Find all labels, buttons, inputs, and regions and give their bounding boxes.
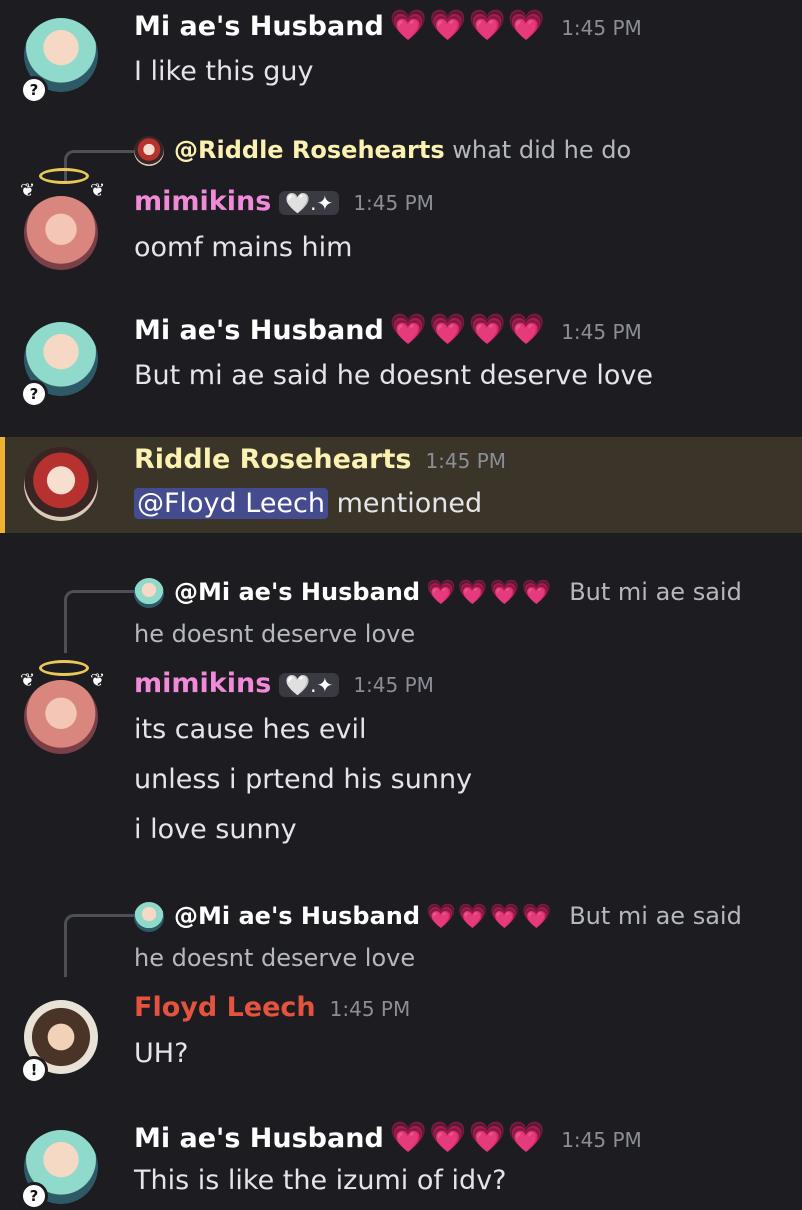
hearts-emoji: 💗💗💗💗 <box>389 8 548 43</box>
reply-author[interactable]: @Riddle Rosehearts <box>174 136 445 164</box>
avatar-mimikins[interactable] <box>24 196 98 270</box>
reply-author[interactable]: @Mi ae's Husband <box>174 902 420 930</box>
author-name-text[interactable]: mimikins <box>134 668 271 699</box>
reply-preview[interactable]: @Mi ae's Husband 💗💗💗💗 But mi ae said <box>134 902 742 932</box>
hearts-emoji: 💗💗💗💗 <box>426 578 554 606</box>
author-name[interactable]: Mi ae's Husband 💗💗💗💗 1:45 PM <box>134 8 642 43</box>
message-text-rest: mentioned <box>336 488 483 519</box>
author-name[interactable]: Mi ae's Husband 💗💗💗💗 1:45 PM <box>134 1120 642 1155</box>
reply-avatar <box>134 578 164 608</box>
reply-author[interactable]: @Mi ae's Husband <box>174 578 420 606</box>
message-text: UH? <box>134 1038 189 1069</box>
message-text: This is like the izumi of idv? <box>134 1165 507 1196</box>
timestamp: 1:45 PM <box>561 1128 642 1152</box>
message-text: @Floyd Leech mentioned <box>134 488 482 519</box>
reply-preview[interactable]: @Riddle Rosehearts what did he do <box>134 136 631 166</box>
status-badge-question: ? <box>20 1182 48 1210</box>
avatar-mimikins[interactable] <box>24 680 98 754</box>
reply-text: what did he do <box>452 136 632 164</box>
timestamp: 1:45 PM <box>425 449 507 473</box>
timestamp: 1:45 PM <box>329 997 411 1021</box>
status-badge-question: ? <box>20 380 48 408</box>
wing-left-icon: ❦ <box>20 670 36 691</box>
message-text: unless i prtend his sunny <box>134 764 473 795</box>
message-text: i love sunny <box>134 814 297 845</box>
message-text: oomf mains him <box>134 232 353 263</box>
role-tag: 🤍.✦ <box>279 672 340 697</box>
user-mention[interactable]: @Floyd Leech <box>134 488 328 519</box>
reply-avatar <box>134 902 164 932</box>
message-text: its cause hes evil <box>134 714 367 745</box>
author-name-text[interactable]: Mi ae's Husband <box>134 11 384 42</box>
author-name-text[interactable]: Riddle Rosehearts <box>134 444 411 475</box>
reply-avatar <box>134 136 164 166</box>
author-name[interactable]: Riddle Rosehearts 1:45 PM <box>134 444 506 475</box>
message-text: But mi ae said he doesnt deserve love <box>134 360 653 391</box>
hearts-emoji: 💗💗💗💗 <box>426 902 554 930</box>
author-name-text[interactable]: Mi ae's Husband <box>134 315 384 346</box>
reply-text-wrap: he doesnt deserve love <box>134 944 416 972</box>
wing-left-icon: ❦ <box>20 180 36 201</box>
reply-text-wrap: he doesnt deserve love <box>134 620 416 648</box>
timestamp: 1:45 PM <box>561 320 642 344</box>
reply-text: But mi ae said <box>569 578 742 606</box>
author-name-text[interactable]: mimikins <box>134 186 271 217</box>
halo-decoration <box>39 168 89 184</box>
wing-right-icon: ❦ <box>90 670 106 691</box>
author-name-text[interactable]: Floyd Leech <box>134 992 316 1023</box>
reply-connector <box>64 590 137 653</box>
reply-preview[interactable]: @Mi ae's Husband 💗💗💗💗 But mi ae said <box>134 578 742 608</box>
author-name[interactable]: Mi ae's Husband 💗💗💗💗 1:45 PM <box>134 312 642 347</box>
reply-text: But mi ae said <box>569 902 742 930</box>
avatar-riddle[interactable] <box>24 447 98 521</box>
message-text: I like this guy <box>134 56 314 87</box>
hearts-emoji: 💗💗💗💗 <box>389 1120 548 1155</box>
timestamp: 1:45 PM <box>353 191 434 215</box>
role-tag: 🤍.✦ <box>279 190 340 215</box>
timestamp: 1:45 PM <box>353 673 434 697</box>
reply-connector <box>64 914 137 977</box>
author-name[interactable]: mimikins 🤍.✦ 1:45 PM <box>134 668 434 699</box>
halo-decoration <box>39 660 89 676</box>
timestamp: 1:45 PM <box>561 16 642 40</box>
author-name[interactable]: Floyd Leech 1:45 PM <box>134 992 410 1023</box>
author-name[interactable]: mimikins 🤍.✦ 1:45 PM <box>134 186 434 217</box>
status-badge-question: ? <box>20 76 48 104</box>
status-badge-exclamation: ! <box>20 1056 48 1084</box>
wing-right-icon: ❦ <box>90 180 106 201</box>
hearts-emoji: 💗💗💗💗 <box>389 312 548 347</box>
author-name-text[interactable]: Mi ae's Husband <box>134 1123 384 1154</box>
